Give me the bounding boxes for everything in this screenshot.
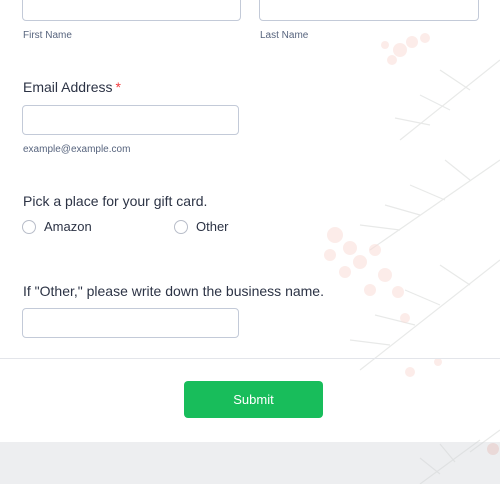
radio-option-other[interactable]: Other: [174, 219, 229, 234]
other-business-label: If "Other," please write down the busine…: [23, 283, 324, 299]
last-name-input[interactable]: [259, 0, 479, 21]
first-name-input[interactable]: [22, 0, 241, 21]
form-page: First Name Last Name Email Address * exam…: [0, 0, 500, 484]
other-business-input[interactable]: [22, 308, 239, 338]
form-card: First Name Last Name Email Address * exam…: [0, 0, 500, 442]
radio-option-amazon[interactable]: Amazon: [22, 219, 92, 234]
radio-button-amazon[interactable]: [22, 219, 36, 234]
email-sublabel: example@example.com: [23, 144, 131, 155]
email-label: Email Address *: [23, 79, 121, 95]
section-divider: [0, 358, 500, 359]
radio-button-other[interactable]: [174, 219, 188, 234]
email-input[interactable]: [22, 105, 239, 135]
required-asterisk: *: [115, 79, 121, 95]
footer-strip: [0, 442, 500, 484]
email-label-text: Email Address: [23, 79, 113, 95]
gift-card-label: Pick a place for your gift card.: [23, 193, 208, 209]
submit-button[interactable]: Submit: [184, 381, 323, 418]
last-name-sublabel: Last Name: [260, 30, 309, 41]
first-name-sublabel: First Name: [23, 30, 72, 41]
radio-label-other: Other: [196, 219, 229, 234]
radio-label-amazon: Amazon: [44, 219, 92, 234]
